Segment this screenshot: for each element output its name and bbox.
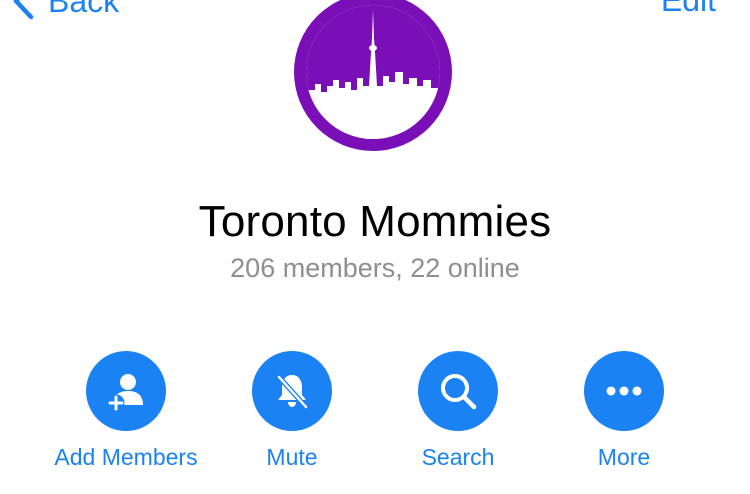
back-button-label: Back — [48, 0, 120, 19]
search-button[interactable]: Search — [373, 351, 543, 471]
add-member-icon — [107, 374, 143, 412]
chevron-left-icon — [13, 0, 34, 20]
more-circle[interactable] — [584, 351, 664, 431]
mute-circle[interactable] — [252, 351, 332, 431]
more-button[interactable]: More — [539, 351, 709, 471]
search-label: Search — [421, 444, 495, 470]
group-member-status: 206 members, 22 online — [230, 253, 520, 283]
bell-slash-icon — [276, 374, 309, 410]
toronto-skyline-icon — [294, 0, 452, 151]
mute-label: Mute — [266, 444, 318, 470]
search-icon — [441, 374, 477, 410]
ellipsis-icon — [606, 386, 642, 396]
group-info-screen: Back Edit Toronto Mommies 206 members, 2… — [0, 0, 750, 494]
search-circle[interactable] — [418, 351, 498, 431]
edit-button[interactable]: Edit — [661, 0, 716, 18]
add-members-circle[interactable] — [86, 351, 166, 431]
mute-button[interactable]: Mute — [207, 351, 377, 471]
back-button[interactable]: Back — [12, 0, 119, 20]
add-members-button[interactable]: Add Members — [41, 351, 211, 471]
add-members-label: Add Members — [54, 444, 198, 470]
more-label: More — [597, 444, 651, 470]
group-avatar[interactable] — [293, 0, 453, 152]
group-title: Toronto Mommies — [198, 197, 552, 246]
